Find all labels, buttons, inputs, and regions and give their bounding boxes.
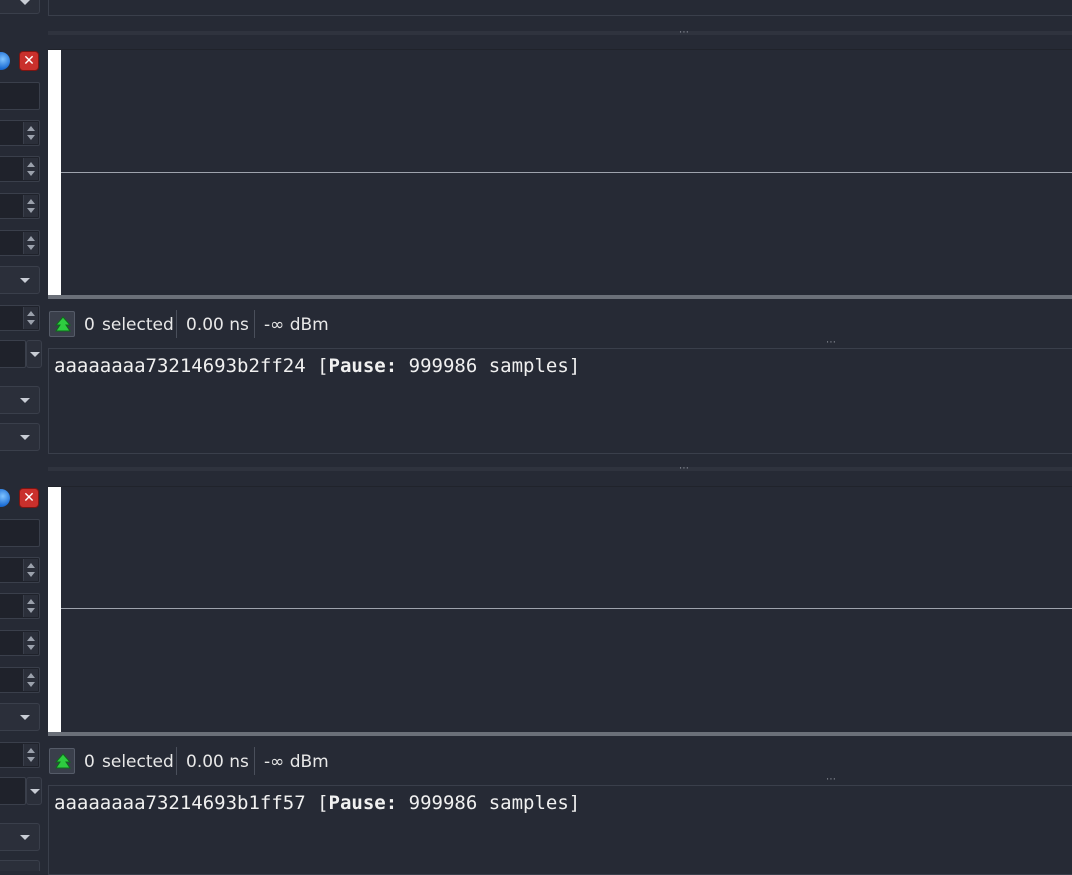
- spinbox-1[interactable]: [0, 557, 40, 583]
- separator: [176, 310, 177, 338]
- green-tree-icon: [54, 753, 72, 769]
- show-tree-button[interactable]: [49, 311, 75, 337]
- spinbox-2[interactable]: [0, 593, 40, 619]
- graph-scrollbar[interactable]: [48, 732, 1072, 736]
- separator: [176, 747, 177, 775]
- chevron-down-icon: [20, 398, 30, 403]
- green-tree-icon: [54, 316, 72, 332]
- selection-info-bar: 0 selected 0.00 ns -∞ dBm: [84, 747, 384, 776]
- power-value: -∞ dBm: [264, 315, 329, 335]
- graph-scrollbar[interactable]: [48, 295, 1072, 299]
- spinbox-3[interactable]: [0, 630, 40, 656]
- chevron-down-icon: [20, 435, 30, 440]
- spinbox-5[interactable]: [0, 305, 40, 331]
- protocol-text-view[interactable]: aaaaaaaa73214693b1ff57 [Pause: 999986 sa…: [48, 785, 1072, 875]
- close-button[interactable]: ✕: [19, 51, 39, 71]
- duration-value: 0.00 ns: [186, 315, 249, 335]
- show-tree-button[interactable]: [49, 748, 75, 774]
- combo-box-2[interactable]: [0, 386, 40, 414]
- splitter-handle[interactable]: ⋯: [826, 338, 836, 348]
- signal-graph[interactable]: [48, 486, 1072, 732]
- combo-field[interactable]: [0, 777, 26, 805]
- selected-count: 0: [84, 315, 95, 335]
- blue-circle-icon[interactable]: [0, 489, 10, 507]
- chevron-down-icon: [30, 789, 40, 794]
- duration-value: 0.00 ns: [186, 752, 249, 772]
- combo-box-3[interactable]: [0, 423, 40, 451]
- chevron-down-icon: [20, 835, 30, 840]
- close-button[interactable]: ✕: [19, 488, 39, 508]
- signal-graph[interactable]: [48, 49, 1072, 295]
- protocol-line: aaaaaaaa73214693b1ff57 [Pause: 999986 sa…: [54, 792, 581, 814]
- splitter-handle[interactable]: ⋯: [679, 28, 689, 38]
- combo-box-1[interactable]: [0, 703, 40, 731]
- separator: [254, 310, 255, 338]
- spinbox-3[interactable]: [0, 193, 40, 219]
- spinbox-5[interactable]: [0, 742, 40, 768]
- combo-box-1[interactable]: [0, 266, 40, 294]
- selection-cursor[interactable]: [48, 50, 61, 295]
- splitter-1[interactable]: [48, 31, 1072, 35]
- name-field[interactable]: [0, 519, 40, 547]
- signal-line: [61, 172, 1072, 173]
- chevron-down-icon: [20, 278, 30, 283]
- splitter-2[interactable]: [48, 467, 1072, 471]
- name-field[interactable]: [0, 82, 40, 110]
- separator: [254, 747, 255, 775]
- protocol-line: aaaaaaaa73214693b2ff24 [Pause: 999986 sa…: [54, 355, 581, 377]
- chevron-down-icon: [20, 715, 30, 720]
- top-combo-box[interactable]: [0, 0, 40, 14]
- spinbox-4[interactable]: [0, 230, 40, 256]
- selection-cursor[interactable]: [48, 487, 61, 732]
- blue-circle-icon[interactable]: [0, 52, 10, 70]
- selection-info-bar: 0 selected 0.00 ns -∞ dBm: [84, 310, 384, 339]
- power-value: -∞ dBm: [264, 752, 329, 772]
- combo-dropdown-button[interactable]: [26, 340, 42, 368]
- splitter-handle[interactable]: ⋯: [826, 775, 836, 785]
- top-panel-remnant: [48, 0, 1072, 16]
- signal-line: [61, 608, 1072, 609]
- protocol-text-view[interactable]: aaaaaaaa73214693b2ff24 [Pause: 999986 sa…: [48, 348, 1072, 454]
- spinbox-1[interactable]: [0, 120, 40, 146]
- chevron-down-icon: [20, 0, 30, 5]
- selected-label: selected: [102, 315, 174, 335]
- combo-dropdown-button[interactable]: [26, 777, 42, 805]
- spinbox-4[interactable]: [0, 667, 40, 693]
- selected-label: selected: [102, 752, 174, 772]
- splitter-handle[interactable]: ⋯: [679, 464, 689, 474]
- chevron-down-icon: [30, 352, 40, 357]
- spinbox-2[interactable]: [0, 156, 40, 182]
- combo-box-3[interactable]: [0, 860, 40, 871]
- selected-count: 0: [84, 752, 95, 772]
- combo-box-2[interactable]: [0, 823, 40, 851]
- combo-field[interactable]: [0, 340, 26, 368]
